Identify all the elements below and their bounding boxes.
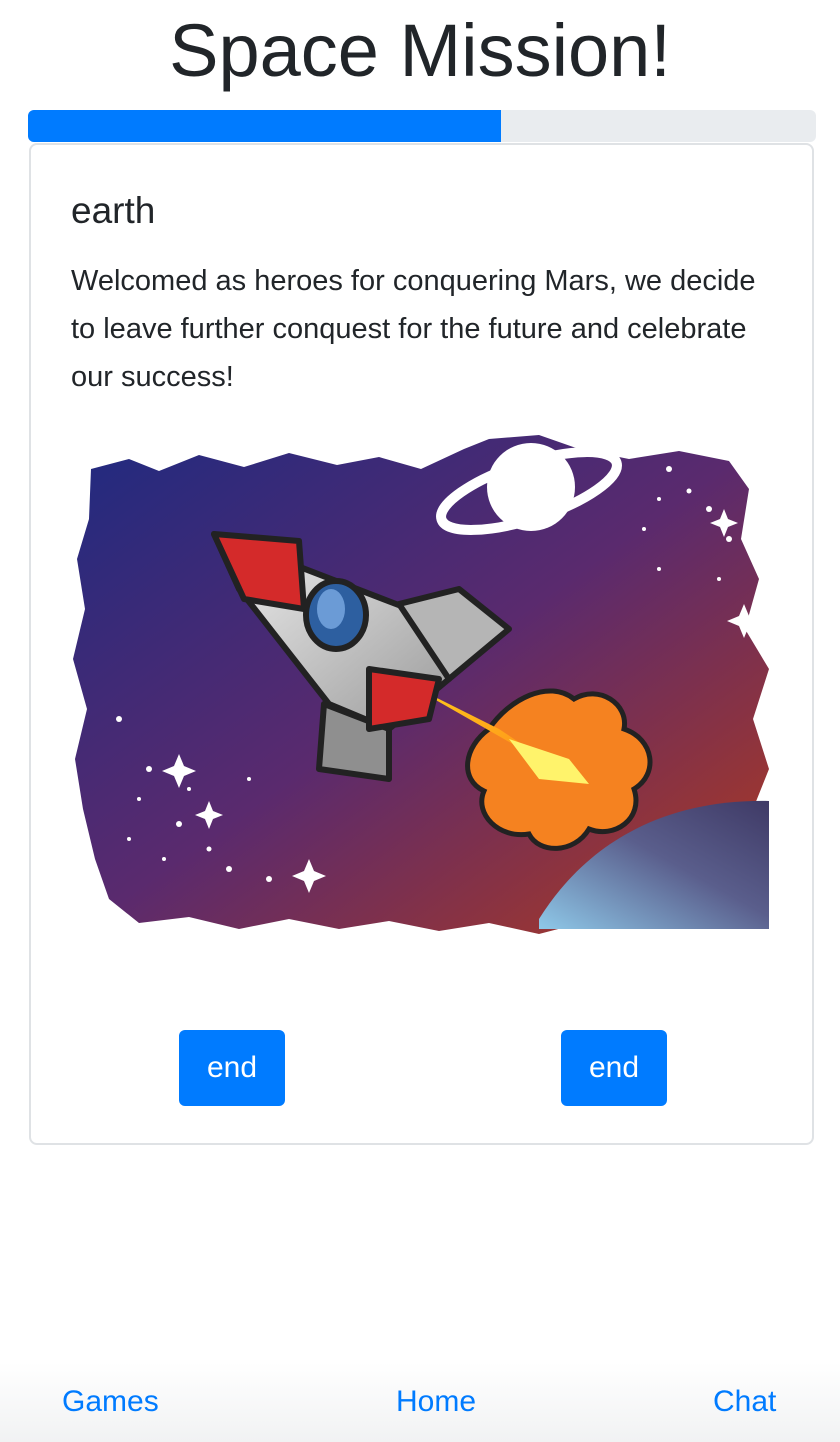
bottom-nav: Games Home Chat [0,1362,840,1442]
progress-bar [28,110,816,142]
nav-chat-link[interactable]: Chat [713,1382,776,1422]
card-text: Welcomed as heroes for conquering Mars, … [71,265,756,393]
choice-end-button-1[interactable]: end [179,1030,285,1106]
nav-games-link[interactable]: Games [62,1382,159,1422]
page-title: Space Mission! [169,9,671,92]
choice-end-button-2[interactable]: end [561,1030,667,1106]
rocket-illustration [73,435,769,934]
progress-bar-fill [28,110,501,142]
page: Space Mission! earth Welcomed as heroes … [0,0,840,1442]
card-title: earth [71,190,156,231]
nav-home-link[interactable]: Home [396,1382,476,1422]
story-card: earth Welcomed as heroes for conquering … [29,143,814,1145]
